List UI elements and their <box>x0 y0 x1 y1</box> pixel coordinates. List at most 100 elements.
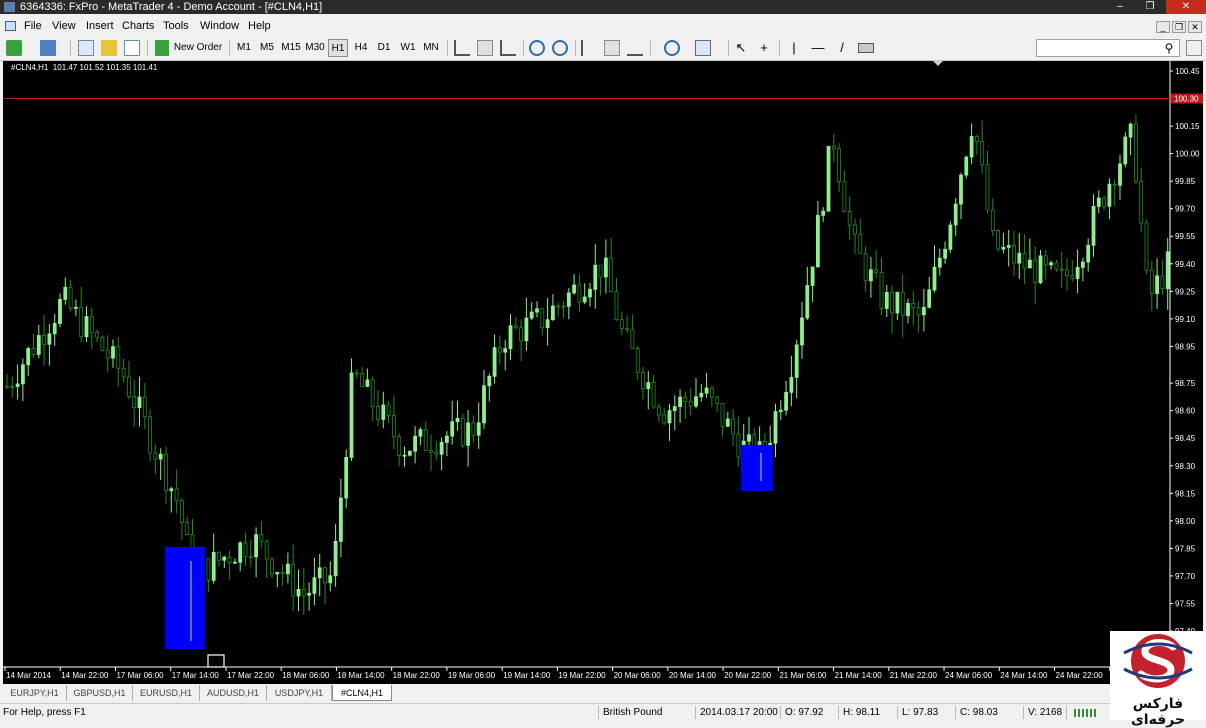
mdi-minimize-button[interactable]: _ <box>1156 21 1170 33</box>
candle-body <box>248 556 253 559</box>
candle-body <box>1081 261 1085 268</box>
chart-shift-marker <box>933 61 943 66</box>
candle-body <box>349 372 354 458</box>
candle-body <box>10 386 15 388</box>
maximize-button[interactable]: ❐ <box>1136 0 1164 14</box>
status-profile: British Pound <box>603 707 663 718</box>
candle-body <box>386 404 391 416</box>
timeframe-m15[interactable]: M15 <box>280 39 302 57</box>
price-chart[interactable]: 100.45 100.15 100.00 99.85 99.70 99.55 99.40 99… <box>3 61 1206 684</box>
menu-help[interactable]: Help <box>248 20 271 32</box>
menu-insert[interactable]: Insert <box>86 20 114 32</box>
templates-icon[interactable] <box>695 40 711 56</box>
timeframe-d1[interactable]: D1 <box>374 39 394 57</box>
candle-body <box>466 422 471 446</box>
candle-body <box>922 306 926 316</box>
vertical-line-icon[interactable]: | <box>786 39 802 57</box>
horizontal-line-icon[interactable]: — <box>810 39 826 57</box>
candle-body <box>1112 183 1117 186</box>
candle-body <box>238 542 243 563</box>
candle-body <box>15 383 20 387</box>
line-chart-icon[interactable] <box>500 40 516 56</box>
crosshair-icon[interactable]: + <box>756 39 772 57</box>
menu-charts[interactable]: Charts <box>122 20 154 32</box>
candle-body <box>1144 222 1149 271</box>
candle-body <box>630 329 635 349</box>
tab-cln4[interactable]: #CLN4,H1 <box>332 685 392 701</box>
timeframe-h1[interactable]: H1 <box>328 39 348 57</box>
candle-body <box>831 145 836 150</box>
candle-body <box>111 346 115 359</box>
timeframe-w1[interactable]: W1 <box>398 39 418 57</box>
candle-body <box>476 422 481 436</box>
bar-chart-icon[interactable] <box>454 40 470 56</box>
new-order-button[interactable]: New Order <box>172 39 224 57</box>
indicators-icon[interactable] <box>664 40 680 56</box>
tab-eurjpy[interactable]: EURJPY,H1 <box>3 685 67 701</box>
cursor-icon[interactable]: ↖ <box>733 39 749 57</box>
candle-body <box>429 450 433 453</box>
timeframe-m1[interactable]: M1 <box>234 39 254 57</box>
periodicity-icon[interactable] <box>627 40 643 56</box>
candlestick-chart[interactable]: 100.45 100.15 100.00 99.85 99.70 99.55 99.40 99… <box>3 61 1206 684</box>
minimize-button[interactable]: – <box>1106 0 1134 14</box>
close-button[interactable]: ✕ <box>1166 0 1206 14</box>
terminal-icon[interactable] <box>124 40 140 56</box>
chart-window-icon[interactable] <box>5 21 16 31</box>
menu-tools[interactable]: Tools <box>163 20 189 32</box>
candle-body <box>794 344 799 378</box>
candle-body <box>710 387 714 398</box>
tab-usdjpy[interactable]: USDJPY,H1 <box>267 685 332 701</box>
candle-body <box>26 348 31 366</box>
candle-body <box>863 252 868 282</box>
candle-body <box>259 534 264 542</box>
candle-body <box>937 257 942 268</box>
menu-file[interactable]: File <box>24 20 42 32</box>
app-icon <box>4 2 15 12</box>
new-chart-icon[interactable] <box>6 40 22 56</box>
candle-body <box>153 452 158 460</box>
candle-body <box>773 411 778 444</box>
search-input[interactable] <box>1036 39 1180 57</box>
market-watch-icon[interactable] <box>78 40 94 56</box>
mdi-close-button[interactable]: ✕ <box>1188 21 1202 33</box>
settings-icon[interactable] <box>1186 40 1202 56</box>
candle-body <box>105 349 110 359</box>
zoom-in-icon[interactable] <box>529 40 545 56</box>
timeframe-m30[interactable]: M30 <box>304 39 326 57</box>
mdi-restore-button[interactable]: ❐ <box>1172 21 1186 33</box>
candle-body <box>985 164 990 211</box>
candlestick-chart-icon[interactable] <box>477 40 493 56</box>
price-tick-label: 99.25 <box>1175 287 1196 296</box>
candle-body <box>232 561 237 564</box>
time-tick-label: 19 Mar 14:00 <box>503 671 551 680</box>
candle-body <box>1054 262 1059 270</box>
timeframe-h4[interactable]: H4 <box>351 39 371 57</box>
candle-body <box>657 406 661 416</box>
navigator-icon[interactable] <box>101 40 117 56</box>
price-tick-label: 97.70 <box>1175 572 1196 581</box>
search-icon[interactable]: ⚲ <box>1162 39 1176 57</box>
status-high: H: 98.11 <box>843 707 881 718</box>
candle-body <box>561 305 566 308</box>
tab-eurusd[interactable]: EURUSD,H1 <box>133 685 200 701</box>
menu-window[interactable]: Window <box>200 20 239 32</box>
candle-body <box>301 588 306 596</box>
candle-body <box>1107 183 1112 207</box>
timeframe-mn[interactable]: MN <box>421 39 441 57</box>
connection-status-icon[interactable] <box>1074 709 1098 717</box>
chart-shift-icon[interactable] <box>581 40 597 56</box>
tab-audusd[interactable]: AUDUSD,H1 <box>200 685 267 701</box>
tab-gbpusd[interactable]: GBPUSD,H1 <box>67 685 133 701</box>
trendline-icon[interactable]: / <box>834 39 850 57</box>
menu-view[interactable]: View <box>52 20 76 32</box>
profiles-icon[interactable] <box>40 40 56 56</box>
auto-scroll-icon[interactable] <box>604 40 620 56</box>
zoom-out-icon[interactable] <box>552 40 568 56</box>
channel-icon[interactable] <box>858 43 874 53</box>
candle-body <box>662 414 667 424</box>
candle-body <box>927 289 932 308</box>
logo-mark-icon <box>1123 634 1193 688</box>
candle-body <box>1038 255 1043 284</box>
timeframe-m5[interactable]: M5 <box>257 39 277 57</box>
